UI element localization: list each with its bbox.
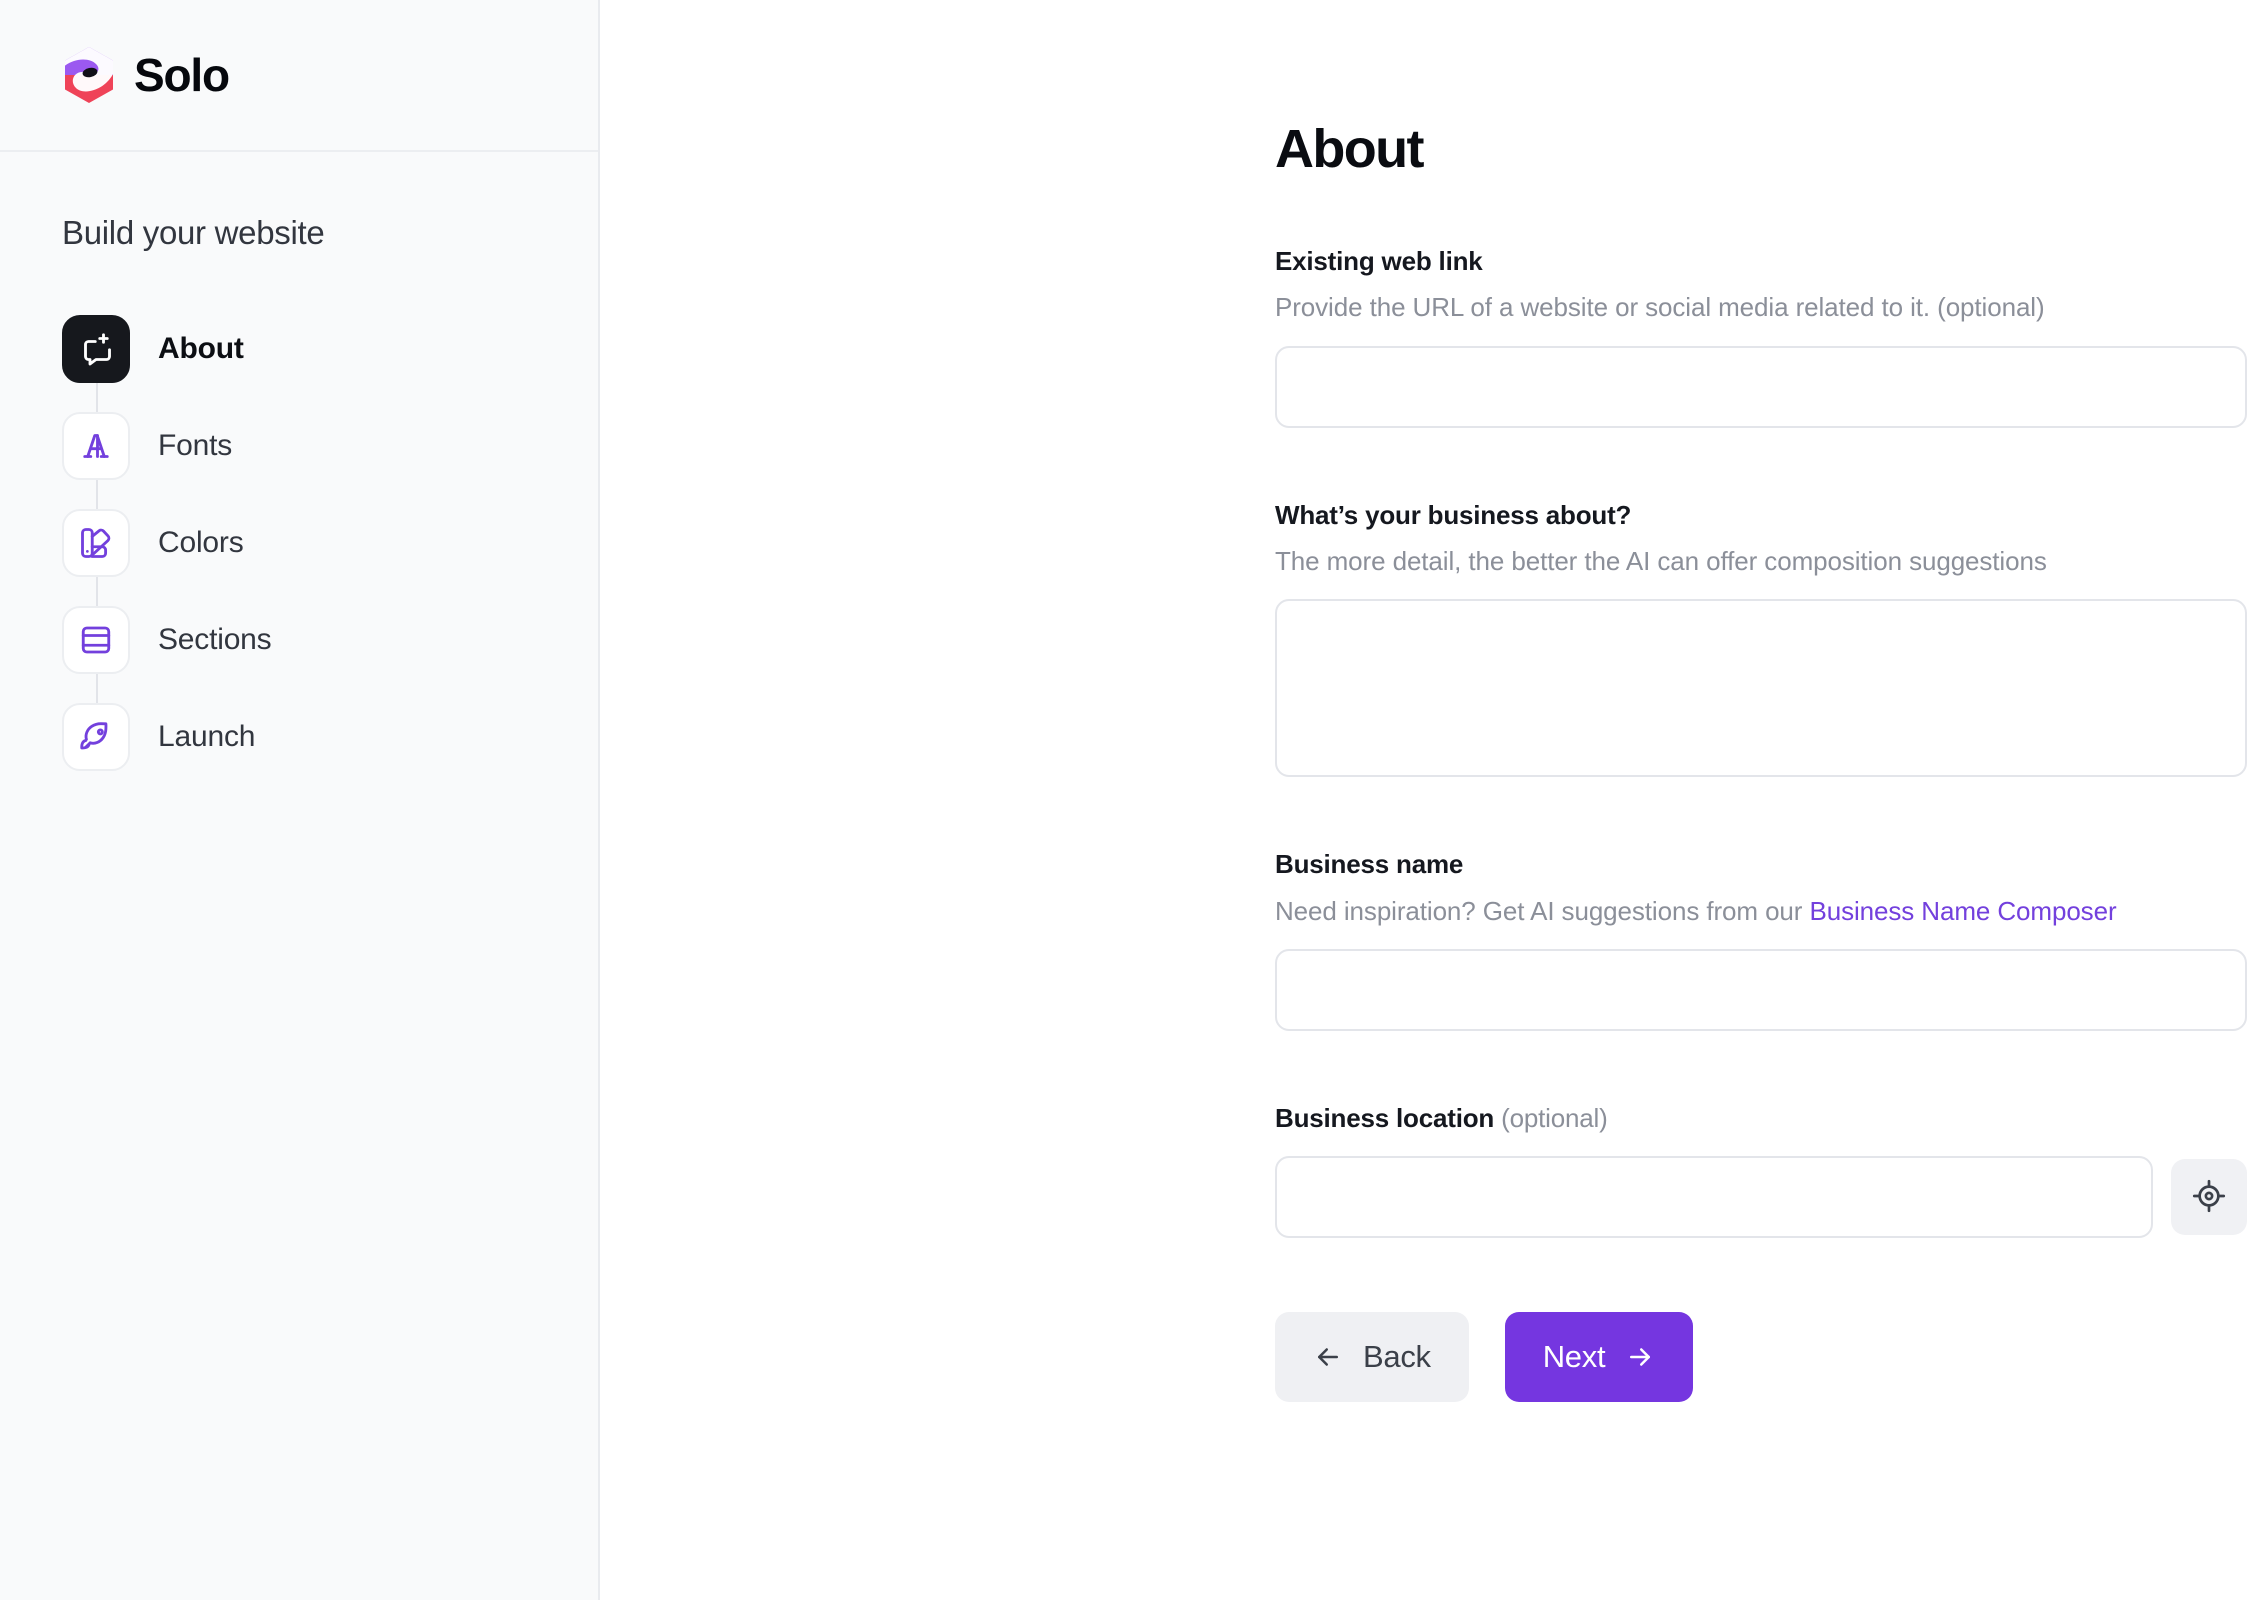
business-name-composer-link[interactable]: Business Name Composer [1809,896,2116,926]
business-about-textarea[interactable] [1275,599,2247,777]
field-label: Existing web link [1275,246,2247,277]
existing-web-link-input[interactable] [1275,346,2247,428]
field-business-about: What’s your business about? The more det… [1275,500,2247,778]
back-button[interactable]: Back [1275,1312,1469,1402]
form-actions: Back Next [1275,1312,2247,1402]
sidebar-item-fonts[interactable]: Fonts [62,397,598,494]
field-label: Business location (optional) [1275,1103,2247,1134]
sidebar-item-launch[interactable]: Launch [62,688,598,785]
spacer [1275,428,2247,500]
spacer [1275,777,2247,849]
sidebar-item-about[interactable]: About [62,300,598,397]
solo-hex-logo-icon [62,46,116,104]
business-location-row [1275,1156,2247,1238]
about-form: About Existing web link Provide the URL … [1275,118,2247,1402]
field-business-name: Business name Need inspiration? Get AI s… [1275,849,2247,1031]
brand-logo[interactable]: Solo [62,46,229,104]
page-title: About [1275,118,2247,180]
field-label: What’s your business about? [1275,500,2247,531]
field-help: The more detail, the better the AI can o… [1275,545,2247,578]
use-current-location-button[interactable] [2171,1159,2247,1235]
app-root: Solo Build your website About [0,0,2250,1600]
main-content: About Existing web link Provide the URL … [600,0,2250,1600]
sidebar-body: Build your website About [0,152,598,785]
field-label: Business name [1275,849,2247,880]
sidebar-item-colors[interactable]: Colors [62,494,598,591]
spacer [1275,1031,2247,1103]
crosshair-locate-icon [2192,1179,2226,1216]
field-help: Provide the URL of a website or social m… [1275,291,2247,324]
sidebar-item-label: Launch [158,720,255,754]
field-help: Need inspiration? Get AI suggestions fro… [1275,895,2247,928]
sidebar-item-label: Fonts [158,429,232,463]
sidebar-item-label: About [158,332,244,366]
field-existing-web-link: Existing web link Provide the URL of a w… [1275,246,2247,428]
brand-name: Solo [134,52,229,98]
sidebar-header: Solo [0,0,598,152]
color-swatch-icon [62,509,130,577]
sidebar-item-label: Sections [158,623,271,657]
step-nav: About Fonts [62,300,598,785]
layout-rows-icon [62,606,130,674]
business-location-input[interactable] [1275,1156,2153,1238]
sidebar-title: Build your website [62,214,598,252]
sidebar: Solo Build your website About [0,0,600,1600]
next-button-label: Next [1543,1339,1606,1375]
rocket-icon [62,703,130,771]
letter-a-icon [62,412,130,480]
sidebar-item-sections[interactable]: Sections [62,591,598,688]
next-button[interactable]: Next [1505,1312,1694,1402]
message-sparkle-icon [62,315,130,383]
arrow-left-icon [1313,1342,1343,1372]
sidebar-item-label: Colors [158,526,244,560]
field-business-location: Business location (optional) [1275,1103,2247,1238]
field-help-text: Need inspiration? Get AI suggestions fro… [1275,896,1809,926]
business-name-input[interactable] [1275,949,2247,1031]
field-label-text: Business location [1275,1103,1494,1133]
back-button-label: Back [1363,1339,1431,1375]
optional-suffix: (optional) [1501,1103,1607,1133]
arrow-right-icon [1625,1342,1655,1372]
